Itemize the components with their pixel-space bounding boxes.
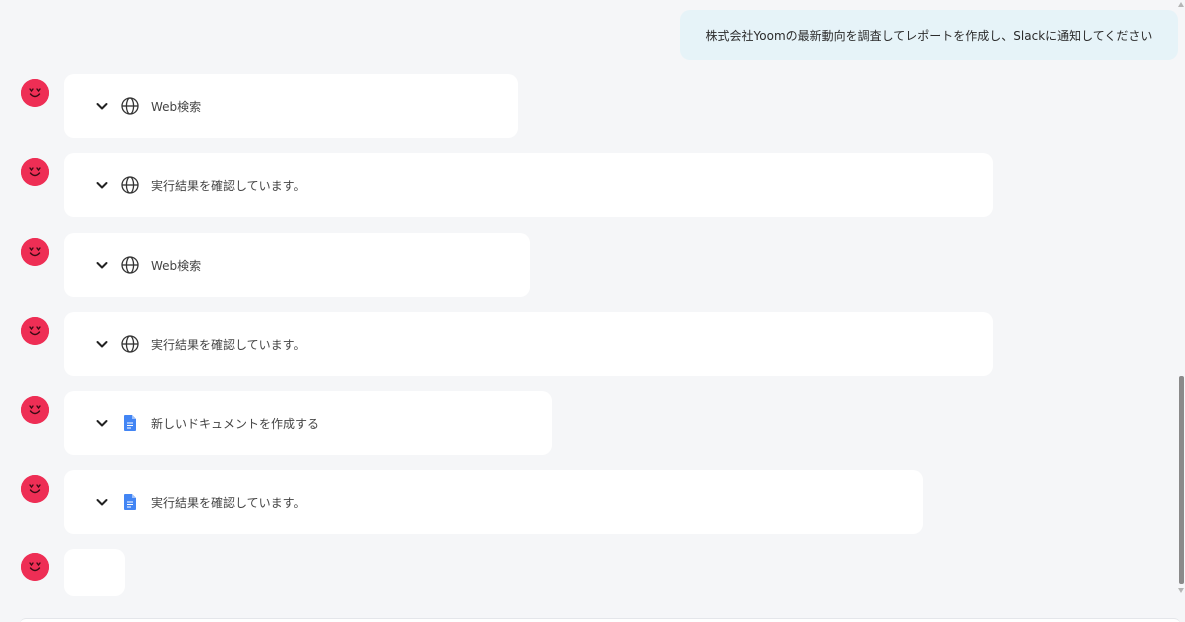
assistant-avatar-face-icon bbox=[21, 158, 49, 186]
assistant-avatar bbox=[21, 238, 49, 266]
assistant-avatar-face-icon bbox=[21, 553, 49, 581]
chevron-down-icon[interactable] bbox=[95, 178, 109, 192]
globe-icon bbox=[120, 96, 140, 116]
chevron-down-icon[interactable] bbox=[95, 99, 109, 113]
assistant-avatar bbox=[21, 553, 49, 581]
assistant-avatar bbox=[21, 79, 49, 107]
assistant-step-card[interactable]: 実行結果を確認しています。 bbox=[64, 470, 923, 534]
globe-icon bbox=[120, 175, 140, 195]
chevron-down-icon[interactable] bbox=[95, 495, 109, 509]
chat-input-area[interactable] bbox=[20, 618, 1180, 622]
assistant-avatar-face-icon bbox=[21, 475, 49, 503]
step-label: Web検索 bbox=[151, 99, 202, 114]
google-docs-icon bbox=[120, 413, 140, 433]
globe-icon bbox=[120, 255, 140, 275]
assistant-avatar bbox=[21, 317, 49, 345]
assistant-avatar-face-icon bbox=[21, 396, 49, 424]
assistant-avatar-face-icon bbox=[21, 79, 49, 107]
assistant-step-card[interactable]: 実行結果を確認しています。 bbox=[64, 153, 993, 217]
scroll-down-arrow-icon[interactable] bbox=[1178, 588, 1184, 593]
assistant-avatar bbox=[21, 475, 49, 503]
assistant-step-card[interactable]: 新しいドキュメントを作成する bbox=[64, 391, 552, 455]
assistant-avatar-face-icon bbox=[21, 238, 49, 266]
assistant-avatar bbox=[21, 396, 49, 424]
chat-page: 株式会社Yoomの最新動向を調査してレポートを作成し、Slackに通知してくださ… bbox=[0, 0, 1185, 622]
chevron-down-icon[interactable] bbox=[95, 337, 109, 351]
scroll-up-arrow-icon[interactable] bbox=[1178, 2, 1184, 7]
assistant-pending-card bbox=[64, 549, 125, 596]
step-label: 新しいドキュメントを作成する bbox=[151, 416, 320, 431]
google-docs-icon bbox=[120, 492, 140, 512]
assistant-step-card[interactable]: Web検索 bbox=[64, 233, 530, 297]
scrollbar-thumb[interactable] bbox=[1179, 376, 1184, 584]
assistant-step-card[interactable]: Web検索 bbox=[64, 74, 518, 138]
user-message-bubble: 株式会社Yoomの最新動向を調査してレポートを作成し、Slackに通知してくださ… bbox=[680, 10, 1178, 60]
step-label: 実行結果を確認しています。 bbox=[151, 178, 306, 193]
assistant-avatar bbox=[21, 158, 49, 186]
scrollbar[interactable] bbox=[1177, 0, 1185, 600]
assistant-step-card[interactable]: 実行結果を確認しています。 bbox=[64, 312, 993, 376]
globe-icon bbox=[120, 334, 140, 354]
step-label: 実行結果を確認しています。 bbox=[151, 337, 306, 352]
user-message-text: 株式会社Yoomの最新動向を調査してレポートを作成し、Slackに通知してくださ… bbox=[705, 28, 1153, 43]
assistant-avatar-face-icon bbox=[21, 317, 49, 345]
chevron-down-icon[interactable] bbox=[95, 416, 109, 430]
step-label: Web検索 bbox=[151, 258, 202, 273]
step-label: 実行結果を確認しています。 bbox=[151, 495, 306, 510]
chevron-down-icon[interactable] bbox=[95, 258, 109, 272]
